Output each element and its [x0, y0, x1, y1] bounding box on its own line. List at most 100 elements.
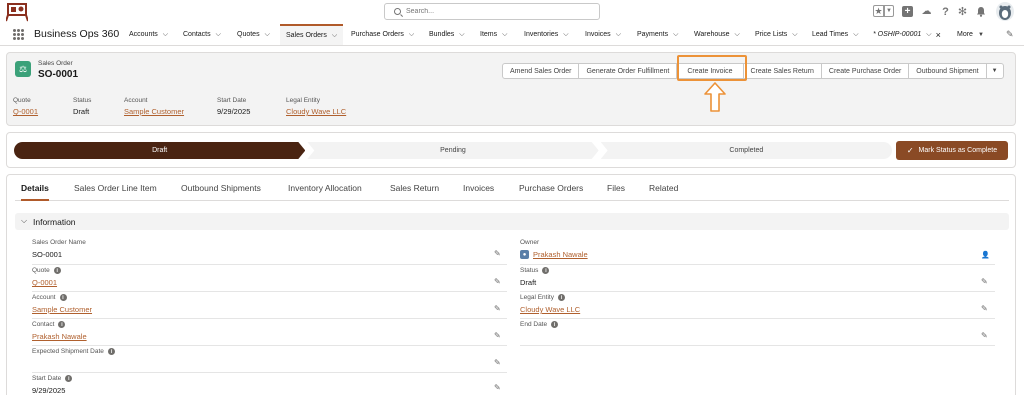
edit-pencil-icon[interactable]: ✎: [494, 358, 501, 367]
chevron-down-icon[interactable]: ⌵: [853, 31, 858, 39]
tab-sales-return[interactable]: Sales Return: [390, 183, 439, 201]
create-purchase-order-button[interactable]: Create Purchase Order: [820, 63, 910, 79]
tab-details[interactable]: Details: [21, 183, 49, 201]
tab-files[interactable]: Files: [607, 183, 625, 201]
notifications-bell-icon[interactable]: [974, 5, 987, 18]
edit-pencil-icon[interactable]: ✎: [494, 277, 501, 286]
chevron-down-icon[interactable]: ⌵: [216, 31, 221, 39]
change-owner-icon[interactable]: 👤: [981, 251, 990, 259]
path-step-pending[interactable]: Pending: [307, 142, 598, 159]
global-search-box[interactable]: [384, 3, 600, 20]
nav-item-payments[interactable]: Payments ⌵: [637, 24, 678, 45]
nav-item-price-lists[interactable]: Price Lists ⌵: [755, 24, 798, 45]
edit-pencil-icon[interactable]: ✎: [981, 331, 988, 340]
nav-item-sales-orders[interactable]: Sales Orders ⌵: [280, 24, 344, 45]
info-icon[interactable]: i: [542, 267, 550, 274]
account-link[interactable]: Sample Customer: [32, 305, 92, 314]
info-icon[interactable]: i: [107, 348, 115, 355]
chevron-down-icon[interactable]: ⌵: [21, 216, 27, 226]
path-step-draft[interactable]: Draft: [14, 142, 305, 159]
nav-item-lead-times[interactable]: Lead Times ⌵: [812, 24, 859, 45]
chevron-down-icon[interactable]: ⌵: [459, 31, 464, 39]
nav-item-warehouse[interactable]: Warehouse ⌵: [694, 24, 740, 45]
favorites-dropdown-icon[interactable]: ▼: [884, 5, 894, 17]
edit-pencil-icon[interactable]: ✎: [494, 249, 501, 258]
tab-invoices[interactable]: Invoices: [463, 183, 494, 201]
chevron-down-icon[interactable]: ⌵: [502, 31, 507, 39]
outbound-shipment-button[interactable]: Outbound Shipment: [908, 63, 987, 79]
help-icon[interactable]: ?: [939, 5, 952, 18]
create-sales-return-button[interactable]: Create Sales Return: [742, 63, 822, 79]
nav-more-menu[interactable]: More ▼: [957, 24, 984, 45]
tab-related[interactable]: Related: [649, 183, 678, 201]
tab-outbound-shipments[interactable]: Outbound Shipments: [181, 183, 261, 201]
chevron-down-icon[interactable]: ⌵: [163, 31, 168, 39]
info-icon[interactable]: i: [59, 294, 67, 301]
nav-item-quotes[interactable]: Quotes ⌵: [237, 24, 270, 45]
chevron-down-icon[interactable]: ⌵: [926, 31, 931, 39]
generate-order-fulfillment-button[interactable]: Generate Order Fulfillment: [578, 63, 678, 79]
nav-item-temp-tab[interactable]: * OSHIP-00001 ⌵ ×: [873, 24, 941, 45]
nav-item-items[interactable]: Items ⌵: [480, 24, 507, 45]
field-label: Start Date i: [32, 375, 73, 382]
highlight-account: Account Sample Customer: [124, 97, 184, 116]
edit-nav-pencil-icon[interactable]: ✎: [1006, 24, 1014, 45]
edit-pencil-icon[interactable]: ✎: [981, 277, 988, 286]
nav-item-invoices[interactable]: Invoices ⌵: [585, 24, 621, 45]
company-logo[interactable]: [6, 2, 28, 22]
quote-link[interactable]: Q-0001: [32, 278, 61, 287]
chevron-down-icon[interactable]: ⌵: [616, 31, 621, 39]
field-account: Account i Sample Customer: [32, 294, 92, 314]
more-actions-dropdown-icon[interactable]: ▼: [985, 63, 1004, 79]
tab-sales-order-line-item[interactable]: Sales Order Line Item: [74, 183, 157, 201]
info-icon[interactable]: i: [53, 267, 61, 274]
highlight-legal-entity: Legal Entity Cloudy Wave LLC: [286, 97, 346, 116]
info-icon[interactable]: i: [58, 321, 66, 328]
legal-entity-link[interactable]: Cloudy Wave LLC: [286, 107, 346, 116]
edit-pencil-icon[interactable]: ✎: [494, 331, 501, 340]
field-divider: [32, 291, 507, 292]
contact-link[interactable]: Prakash Nawale: [32, 332, 87, 341]
nav-item-accounts[interactable]: Accounts ⌵: [129, 24, 168, 45]
info-icon[interactable]: i: [557, 294, 565, 301]
setup-gear-icon[interactable]: ✻: [956, 5, 969, 18]
nav-item-label: Sales Orders: [286, 32, 327, 39]
account-link[interactable]: Sample Customer: [124, 107, 184, 116]
nav-item-contacts[interactable]: Contacts ⌵: [183, 24, 221, 45]
field-label-text: Quote: [32, 267, 50, 274]
search-input[interactable]: [406, 6, 586, 17]
info-icon[interactable]: i: [551, 321, 559, 328]
information-section-header[interactable]: ⌵ Information: [15, 213, 1009, 230]
add-icon[interactable]: +: [902, 6, 913, 17]
avatar[interactable]: [996, 2, 1014, 21]
edit-pencil-icon[interactable]: ✎: [494, 304, 501, 313]
close-icon[interactable]: ×: [936, 30, 941, 40]
chevron-down-icon[interactable]: ⌵: [265, 31, 270, 39]
chevron-down-icon[interactable]: ⌵: [673, 31, 678, 39]
chevron-down-icon[interactable]: ⌵: [735, 31, 740, 39]
favorites-star-icon[interactable]: ★: [873, 5, 884, 17]
edit-pencil-icon[interactable]: ✎: [981, 304, 988, 313]
status-value: Draft: [73, 107, 90, 116]
edit-pencil-icon[interactable]: ✎: [494, 383, 501, 392]
legal-entity-link[interactable]: Cloudy Wave LLC: [520, 305, 580, 314]
nav-item-label: Warehouse: [694, 31, 730, 38]
path-step-completed[interactable]: Completed: [600, 142, 892, 159]
chevron-down-icon[interactable]: ⌵: [792, 31, 797, 39]
chevron-down-icon[interactable]: ⌵: [563, 31, 568, 39]
tab-inventory-allocation[interactable]: Inventory Allocation: [288, 183, 362, 201]
info-icon[interactable]: i: [65, 375, 73, 382]
chevron-down-icon[interactable]: ⌵: [409, 31, 414, 39]
mark-status-complete-button[interactable]: ✓ Mark Status as Complete: [896, 141, 1008, 160]
nav-item-bundles[interactable]: Bundles ⌵: [429, 24, 465, 45]
owner-link[interactable]: Prakash Nawale: [533, 250, 588, 259]
quote-link[interactable]: Q-0001: [13, 107, 38, 116]
nav-item-inventories[interactable]: Inventories ⌵: [524, 24, 569, 45]
app-launcher-icon[interactable]: [13, 29, 24, 40]
tab-purchase-orders[interactable]: Purchase Orders: [519, 183, 583, 201]
chevron-down-icon[interactable]: ⌵: [332, 32, 337, 40]
amend-sales-order-button[interactable]: Amend Sales Order: [502, 63, 580, 79]
nav-item-purchase-orders[interactable]: Purchase Orders ⌵: [351, 24, 414, 45]
record-name: SO-0001: [38, 69, 79, 80]
trailhead-icon[interactable]: ☁: [920, 5, 933, 18]
